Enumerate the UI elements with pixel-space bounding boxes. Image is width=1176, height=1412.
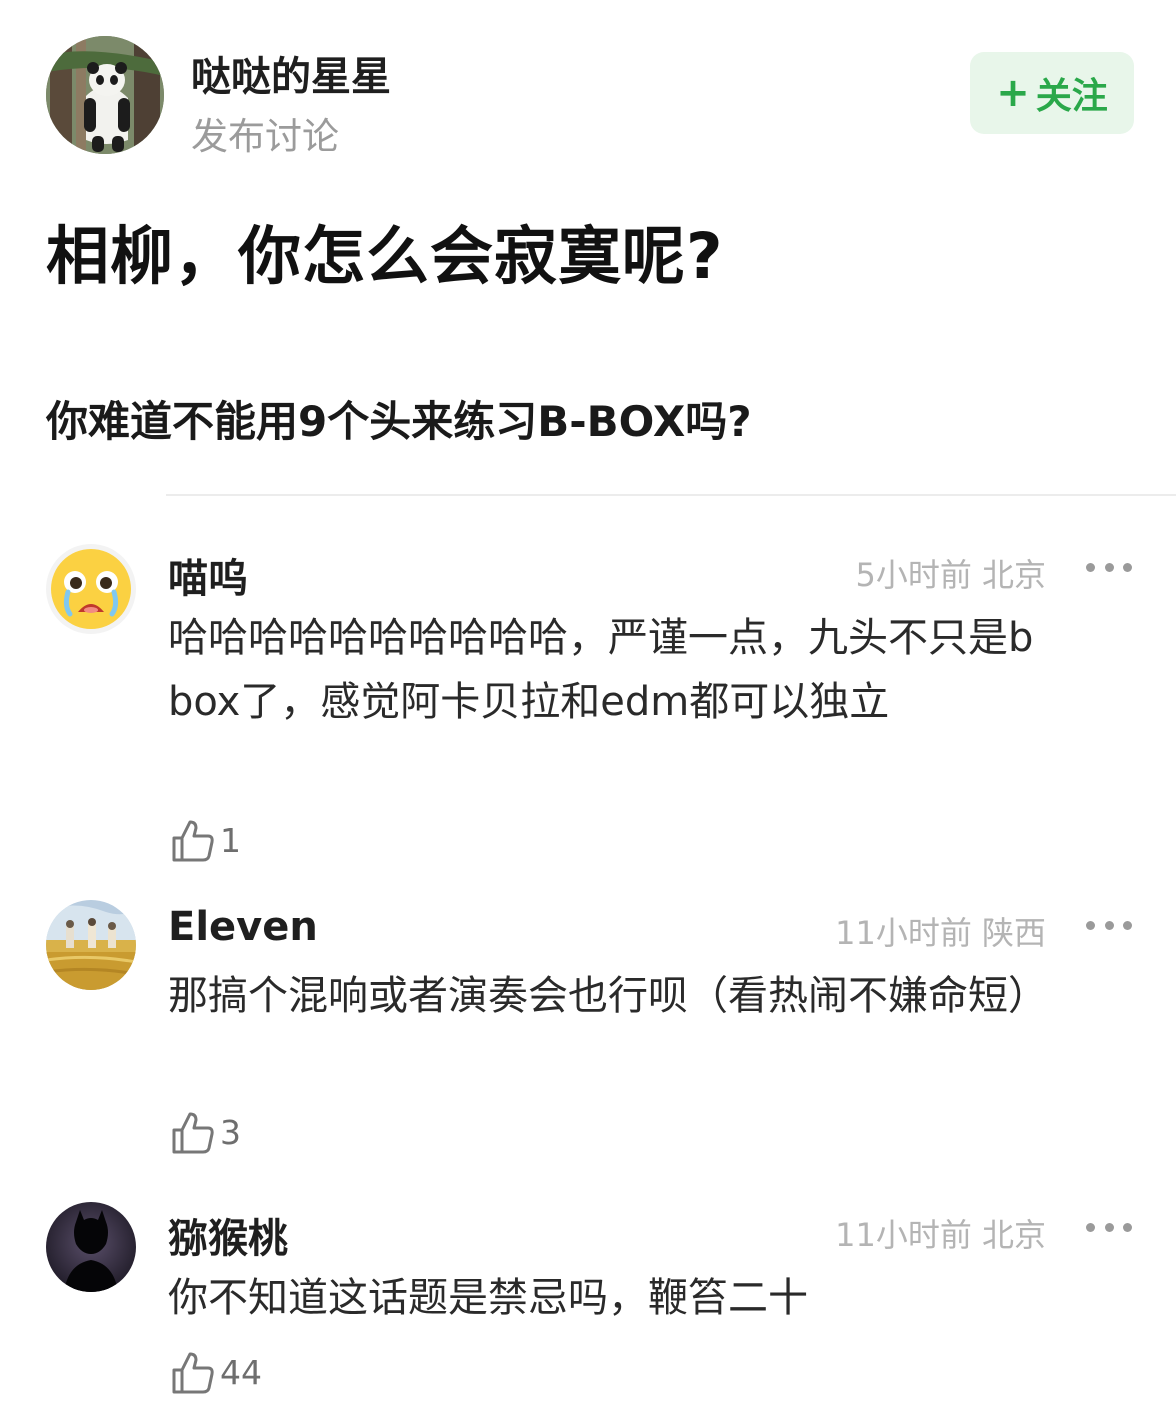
author-avatar[interactable] <box>46 36 164 154</box>
like-button[interactable]: 1 <box>168 816 241 864</box>
comment-text: 你不知道这话题是禁忌吗，鞭笞二十 <box>168 1275 808 1321</box>
commenter-name[interactable]: Eleven <box>168 904 318 950</box>
post-author-row: 哒哒的星星 发布讨论 + 关注 <box>46 36 1136 158</box>
author-name[interactable]: 哒哒的星星 <box>191 44 391 102</box>
thumbs-up-icon <box>172 1112 214 1154</box>
more-options-icon[interactable] <box>1086 1222 1132 1232</box>
dark-silhouette-icon <box>46 1202 136 1292</box>
like-count: 1 <box>220 820 241 860</box>
comment-meta: 5小时前 北京 <box>855 556 1046 594</box>
comment-meta: 11小时前 陕西 <box>835 914 1046 952</box>
comment-meta: 11小时前 北京 <box>835 1216 1046 1254</box>
like-button[interactable]: 3 <box>168 1108 241 1156</box>
commenter-avatar[interactable] <box>46 1202 136 1292</box>
like-count: 44 <box>220 1352 262 1392</box>
follow-button[interactable]: + 关注 <box>970 52 1134 134</box>
commenter-avatar[interactable] <box>46 900 136 990</box>
like-button[interactable]: 44 <box>168 1348 262 1396</box>
crying-emoji-icon <box>46 544 136 634</box>
like-count: 3 <box>220 1112 241 1152</box>
comment-text: 那搞个混响或者演奏会也行呗（看热闹不嫌命短） <box>168 973 1048 1019</box>
wheat-field-painting-icon <box>46 900 136 990</box>
thumbs-up-icon <box>172 820 214 862</box>
panda-tree-image <box>46 36 164 154</box>
commenter-avatar[interactable] <box>46 544 136 634</box>
more-options-icon[interactable] <box>1086 562 1132 572</box>
more-options-icon[interactable] <box>1086 920 1132 930</box>
comment-text: 哈哈哈哈哈哈哈哈哈哈，严谨一点，九头不只是b box了，感觉阿卡贝拉和edm都可… <box>168 615 1034 725</box>
divider <box>166 494 1176 496</box>
follow-label: 关注 <box>1035 76 1108 117</box>
commenter-name[interactable]: 猕猴桃 <box>168 1206 288 1264</box>
post-title: 相柳，你怎么会寂寞呢? <box>46 220 724 293</box>
thumbs-up-icon <box>172 1352 214 1394</box>
author-action-label: 发布讨论 <box>191 115 339 158</box>
plus-icon: + <box>996 70 1030 116</box>
post-body: 你难道不能用9个头来练习B-BOX吗? <box>46 397 752 446</box>
commenter-name[interactable]: 喵呜 <box>168 546 248 604</box>
